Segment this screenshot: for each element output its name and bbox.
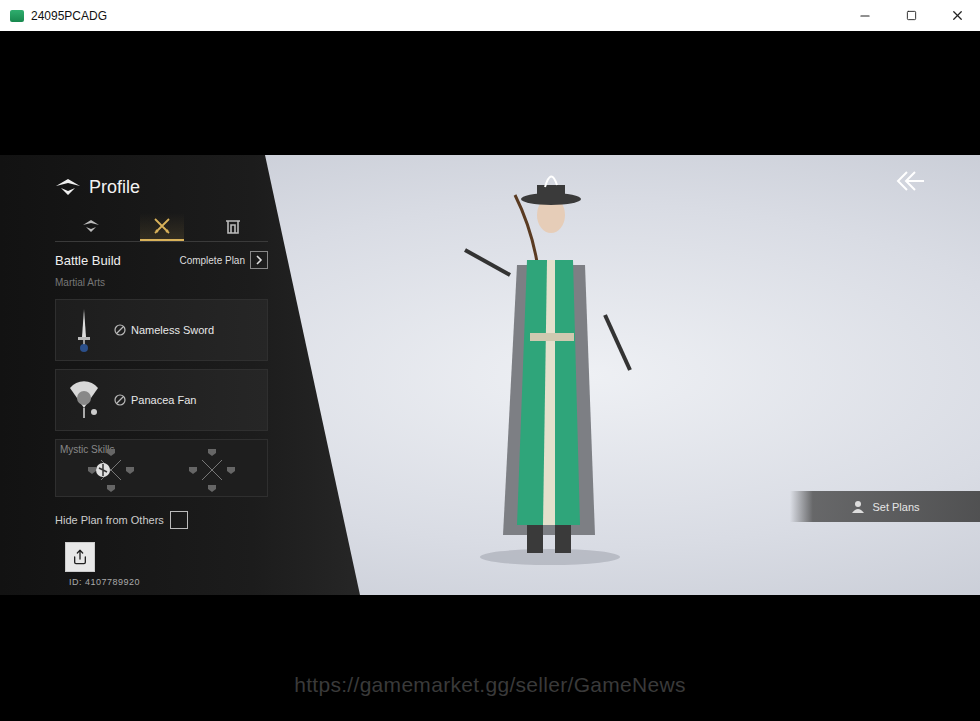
sword-icon <box>69 307 99 353</box>
martial-art-card[interactable]: Panacea Fan <box>55 369 268 431</box>
mystic-skills-box: Mystic Skills <box>55 439 268 497</box>
character-area <box>455 155 635 575</box>
martial-art-label: Nameless Sword <box>131 324 214 336</box>
profile-panel: Profile Battle Build Complete Plan Martial … <box>0 155 360 595</box>
profile-icon <box>55 178 81 196</box>
tab-bar <box>55 213 268 242</box>
hide-plan-checkbox[interactable] <box>170 511 188 529</box>
character-figure <box>455 155 635 575</box>
gate-icon <box>225 218 241 234</box>
app-window: 24095PCADG Profile Battle Build Complete Pl… <box>0 0 980 721</box>
letterbox-top <box>0 31 980 155</box>
app-icon <box>10 10 24 22</box>
title-bar: 24095PCADG <box>0 0 980 31</box>
profile-tab[interactable] <box>211 213 255 241</box>
profile-title: Profile <box>89 177 140 198</box>
maximize-icon <box>906 10 917 21</box>
close-icon <box>950 8 965 23</box>
martial-art-name: Panacea Fan <box>114 394 196 406</box>
complete-plan-button[interactable]: Complete Plan <box>179 251 268 269</box>
watermark: https://gamemarket.gg/seller/GameNews <box>294 673 686 721</box>
art-icon-box <box>66 376 102 424</box>
battle-build-row: Battle Build Complete Plan <box>55 251 268 269</box>
back-arrow-icon <box>895 169 925 193</box>
set-plans-button[interactable]: Set Plans <box>790 491 980 522</box>
martial-art-label: Panacea Fan <box>131 394 196 406</box>
window-title: 24095PCADG <box>31 9 842 23</box>
character-scene: Set Plans <box>360 155 980 595</box>
chevron-right-icon <box>255 255 263 265</box>
set-plans-label: Set Plans <box>872 501 919 513</box>
school-emblem-icon <box>114 324 126 336</box>
back-button[interactable] <box>895 169 925 193</box>
school-emblem-icon <box>114 394 126 406</box>
profile-tab[interactable] <box>69 213 113 241</box>
share-icon <box>72 549 88 565</box>
mystic-skills-label: Mystic Skills <box>60 444 263 455</box>
scene-side: Set Plans <box>635 155 980 595</box>
plans-icon <box>850 500 866 514</box>
maximize-button[interactable] <box>888 0 934 31</box>
art-icon-box <box>66 306 102 354</box>
hide-plan-row: Hide Plan from Others <box>55 511 268 529</box>
player-id: ID: 4107789920 <box>69 577 268 587</box>
close-button[interactable] <box>934 0 980 31</box>
mystic-skill-slot[interactable] <box>86 447 136 493</box>
battle-build-title: Battle Build <box>55 253 121 268</box>
letterbox-bottom: https://gamemarket.gg/seller/GameNews <box>0 595 980 721</box>
minimize-icon <box>858 9 872 23</box>
share-button[interactable] <box>65 542 95 572</box>
martial-art-name: Nameless Sword <box>114 324 214 336</box>
hide-plan-label: Hide Plan from Others <box>55 514 164 526</box>
crossed-swords-icon <box>153 217 171 235</box>
mystic-skill-slot[interactable] <box>187 447 237 493</box>
skill-slot-row <box>60 447 263 493</box>
profile-header: Profile <box>55 171 268 203</box>
game-view: Profile Battle Build Complete Plan Martial … <box>0 155 980 595</box>
fan-icon <box>67 378 101 422</box>
section-label: Martial Arts <box>55 277 268 288</box>
profile-tab-icon <box>82 219 100 233</box>
arrow-box <box>250 251 268 269</box>
complete-plan-label: Complete Plan <box>179 255 245 266</box>
profile-tab[interactable] <box>140 213 184 241</box>
martial-art-card[interactable]: Nameless Sword <box>55 299 268 361</box>
minimize-button[interactable] <box>842 0 888 31</box>
